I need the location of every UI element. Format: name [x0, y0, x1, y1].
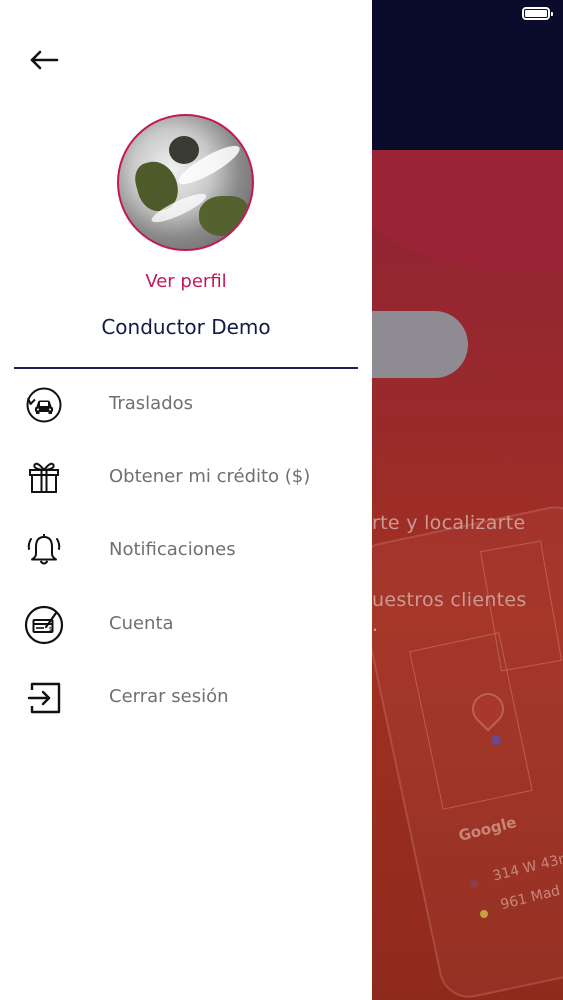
- menu-item-label: Notificaciones: [109, 539, 236, 560]
- battery-full-icon: [522, 7, 553, 20]
- svg-text:$: $: [49, 626, 53, 633]
- navigation-drawer: Ver perfil Conductor Demo Traslados Obte…: [0, 0, 372, 1000]
- menu-item-cerrar-sesion[interactable]: Cerrar sesión: [0, 667, 372, 729]
- divider: [14, 367, 358, 369]
- background-map-dot: [491, 735, 501, 745]
- menu-item-label: Obtener mi crédito ($): [109, 466, 311, 487]
- arrow-left-icon: [30, 50, 59, 70]
- menu-item-label: Cuenta: [109, 613, 174, 634]
- menu-item-notificaciones[interactable]: Notificaciones: [0, 520, 372, 582]
- avatar[interactable]: [117, 114, 254, 251]
- background-destination-dot: [480, 910, 488, 918]
- menu-item-label: Cerrar sesión: [109, 686, 229, 707]
- bell-icon: [27, 534, 61, 565]
- view-profile-link[interactable]: Ver perfil: [0, 271, 372, 292]
- background-text-line: .: [372, 614, 379, 636]
- menu-item-label: Traslados: [109, 393, 194, 414]
- gift-icon: [29, 462, 59, 493]
- logout-icon: [27, 682, 61, 714]
- menu-item-credito[interactable]: Obtener mi crédito ($): [0, 447, 372, 509]
- background-origin-dot: [470, 880, 478, 888]
- background-text-line: rte y localizarte: [372, 512, 526, 534]
- back-button[interactable]: [26, 44, 62, 76]
- driver-name: Conductor Demo: [101, 315, 271, 339]
- credit-card-icon: $: [24, 605, 64, 645]
- background-text-line: uestros clientes: [372, 589, 527, 611]
- car-transfer-icon: [26, 387, 62, 423]
- menu-item-traslados[interactable]: Traslados: [0, 374, 372, 436]
- menu-item-cuenta[interactable]: $ Cuenta: [0, 594, 372, 656]
